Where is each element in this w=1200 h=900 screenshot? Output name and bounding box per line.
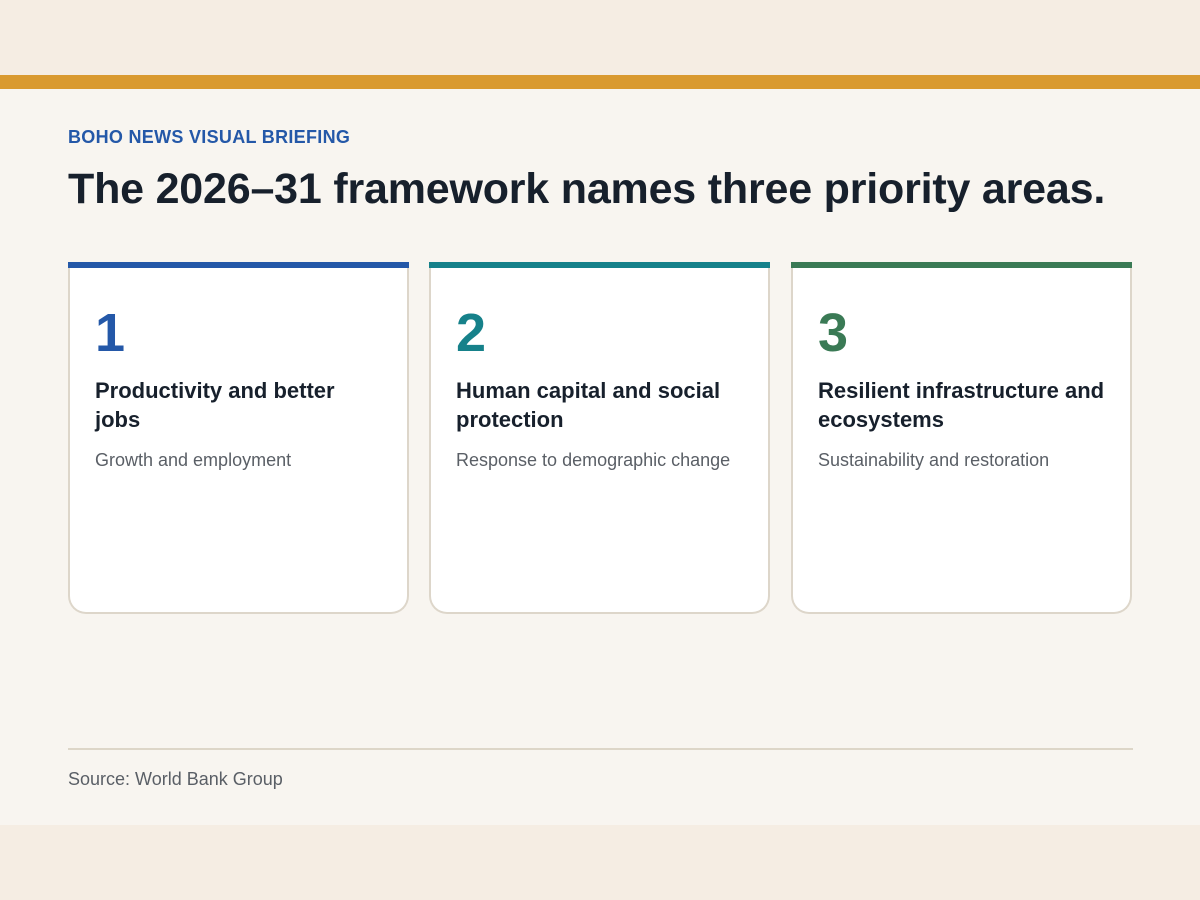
card-title-3: Resilient infrastructure and ecosystems — [818, 378, 1105, 432]
card-body-1: 1 Productivity and better jobs Growth an… — [68, 268, 409, 614]
footer-divider — [68, 748, 1133, 750]
kicker-label: BOHO NEWS VISUAL BRIEFING — [68, 127, 351, 147]
bottom-band — [0, 825, 1200, 900]
priority-cards: 1 Productivity and better jobs Growth an… — [68, 262, 1132, 616]
source-note: Source: World Bank Group — [68, 769, 283, 789]
card-number-2: 2 — [456, 303, 487, 363]
priority-card-2: 2 Human capital and social protection Re… — [429, 262, 770, 616]
card-subtitle-2: Response to demographic change — [456, 450, 731, 470]
top-band — [0, 0, 1200, 75]
priority-card-1: 1 Productivity and better jobs Growth an… — [68, 262, 409, 616]
accent-bar — [0, 75, 1200, 89]
priority-card-3: 3 Resilient infrastructure and ecosystem… — [791, 262, 1132, 616]
card-title-2: Human capital and social protection — [456, 378, 721, 432]
card-body-2: 2 Human capital and social protection Re… — [429, 268, 770, 614]
card-subtitle-3: Sustainability and restoration — [818, 450, 1050, 470]
card-subtitle-1: Growth and employment — [95, 450, 292, 470]
page-title: The 2026–31 framework names three priori… — [68, 165, 1106, 213]
card-body-3: 3 Resilient infrastructure and ecosystem… — [791, 268, 1132, 614]
briefing-panel: BOHO NEWS VISUAL BRIEFING The 2026–31 fr… — [0, 89, 1200, 825]
card-title-1: Productivity and better jobs — [95, 378, 335, 432]
card-number-3: 3 — [818, 303, 849, 363]
card-number-1: 1 — [95, 303, 126, 363]
